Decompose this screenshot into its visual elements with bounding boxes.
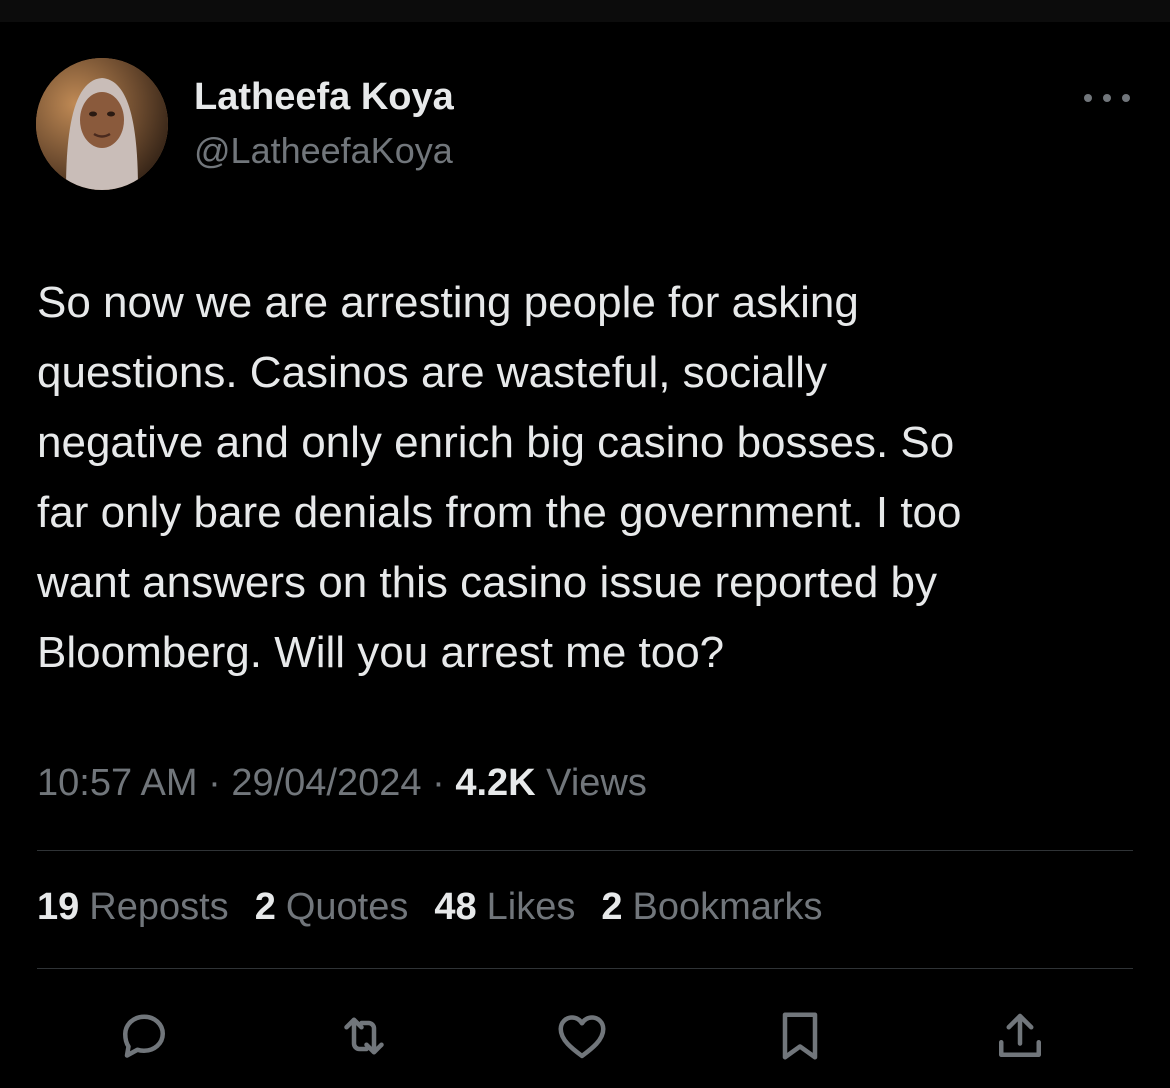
tweet-metadata: 10:57 AM · 29/04/2024 · 4.2K Views xyxy=(37,762,647,805)
reply-icon xyxy=(123,1014,165,1058)
display-name[interactable]: Latheefa Koya xyxy=(194,76,454,119)
reposts-count: 19 xyxy=(37,886,80,928)
tweet-text: So now we are arresting people for askin… xyxy=(37,268,1127,688)
reply-button[interactable] xyxy=(112,1004,176,1068)
share-button[interactable] xyxy=(988,1004,1052,1068)
reposts-label: Reposts xyxy=(89,886,229,928)
meta-separator: · xyxy=(208,762,221,804)
likes-label: Likes xyxy=(486,886,576,928)
more-dot-icon xyxy=(1084,94,1092,102)
bookmarks-label: Bookmarks xyxy=(632,886,823,928)
bookmarks-count: 2 xyxy=(601,886,623,928)
divider xyxy=(37,850,1133,851)
views-label: Views xyxy=(546,762,647,804)
tweet-date[interactable]: 29/04/2024 xyxy=(231,762,421,804)
tweet-text-line: far only bare denials from the governmen… xyxy=(37,488,962,537)
bookmarks-stat[interactable]: 2 Bookmarks xyxy=(601,886,822,929)
likes-count: 48 xyxy=(434,886,477,928)
avatar-image xyxy=(36,58,168,190)
views-count: 4.2K xyxy=(455,762,536,804)
likes-stat[interactable]: 48 Likes xyxy=(434,886,575,929)
quotes-label: Quotes xyxy=(285,886,409,928)
tweet-text-line: negative and only enrich big casino boss… xyxy=(37,418,955,467)
meta-separator: · xyxy=(432,762,445,804)
tweet-text-line: questions. Casinos are wasteful, sociall… xyxy=(37,348,827,397)
repost-button[interactable] xyxy=(332,1004,396,1068)
bookmark-icon xyxy=(782,1012,818,1060)
repost-icon xyxy=(344,1017,384,1055)
reposts-stat[interactable]: 19 Reposts xyxy=(37,886,229,929)
more-options-button[interactable] xyxy=(1084,86,1130,110)
tweet-text-line: So now we are arresting people for askin… xyxy=(37,278,859,327)
avatar[interactable] xyxy=(36,58,168,190)
status-bar xyxy=(0,0,1170,22)
like-button[interactable] xyxy=(550,1004,614,1068)
tweet-text-line: Bloomberg. Will you arrest me too? xyxy=(37,628,725,677)
tweet-time[interactable]: 10:57 AM xyxy=(37,762,198,804)
bookmark-button[interactable] xyxy=(768,1004,832,1068)
engagement-stats: 19 Reposts 2 Quotes 48 Likes 2 Bookmarks xyxy=(37,886,823,929)
share-icon xyxy=(999,1013,1041,1057)
quotes-stat[interactable]: 2 Quotes xyxy=(255,886,409,929)
quotes-count: 2 xyxy=(254,886,276,928)
more-dot-icon xyxy=(1103,94,1111,102)
like-icon xyxy=(558,1015,606,1059)
divider xyxy=(37,968,1133,969)
tweet-text-line: want answers on this casino issue report… xyxy=(37,558,938,607)
user-handle[interactable]: @LatheefaKoya xyxy=(194,130,453,172)
more-dot-icon xyxy=(1122,94,1130,102)
